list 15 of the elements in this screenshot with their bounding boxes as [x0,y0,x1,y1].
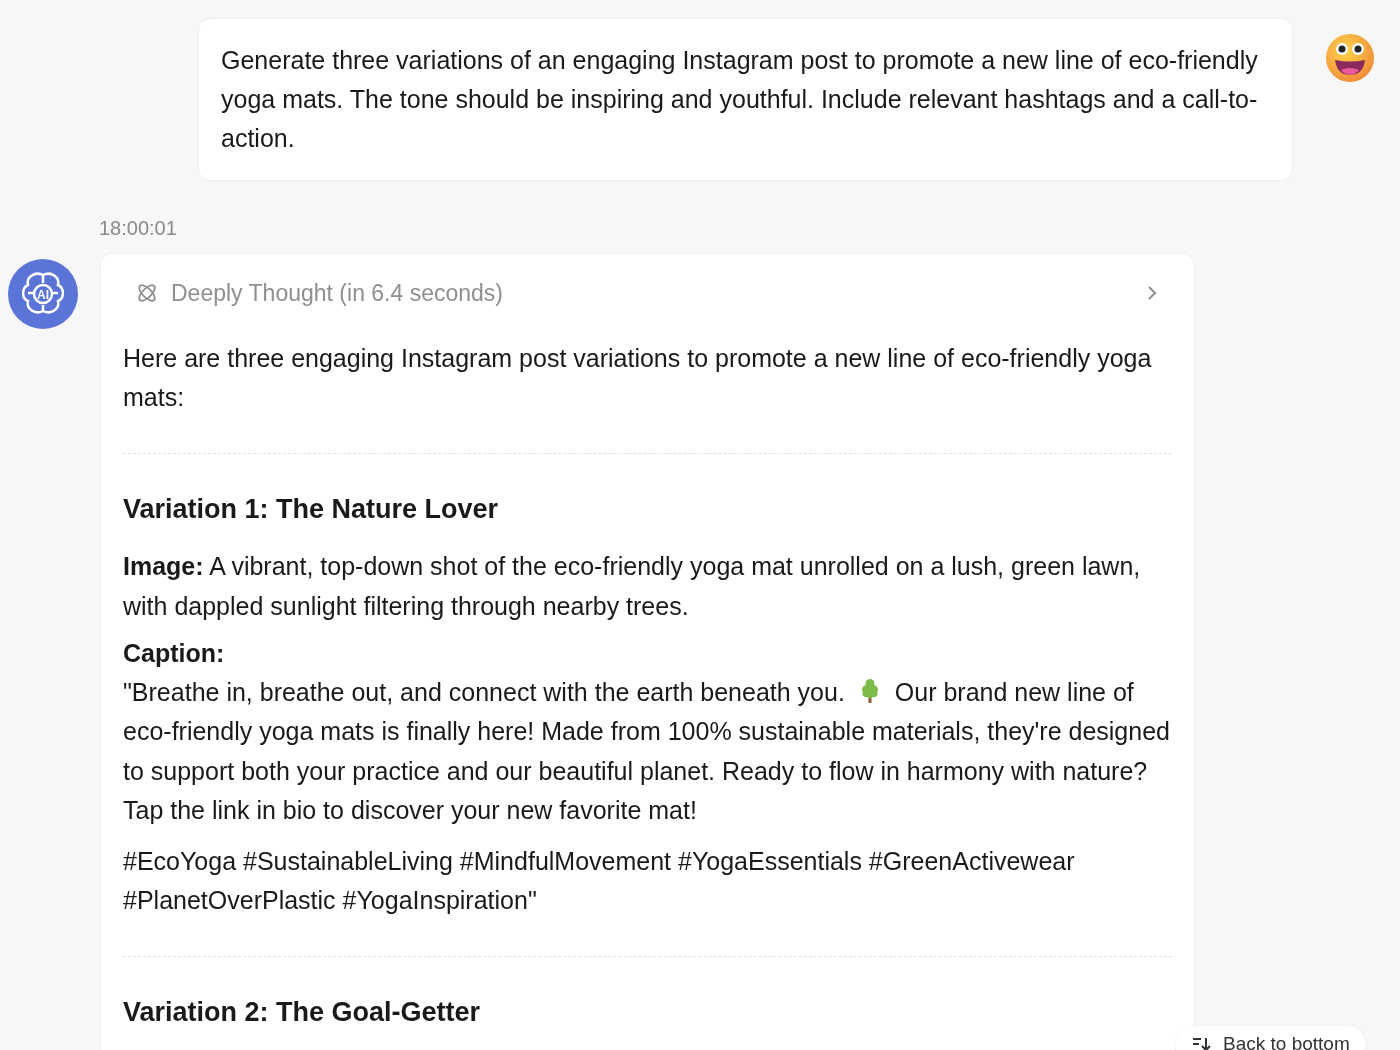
section-heading: Variation 1: The Nature Lover [123,492,500,526]
arrow-down-icon [1191,1036,1213,1050]
chevron-icon [1146,285,1158,302]
section-heading: Variation 2: The Goal-Getter [123,995,482,1029]
smiley-avatar-icon [1325,33,1375,83]
caption-label: Caption: [123,637,226,669]
image-description: Image: A vibrant, top-down shot of the eco-friendly yoga mat unrolled on a lush, green lawn, with dappled sunlight filtering through nearby trees. [123,550,1142,622]
hashtags: #EcoYoga #SustainableLiving #MindfulMovement #YogaEssentials #GreenActivewear #PlanetOverPlastic #YogaInspiration" [123,845,1076,916]
tree-icon [859,677,880,704]
caption-text: "Breathe in, breathe out, and connect with the earth beneath you. Our brand new line of eco-friendly yoga mats is finally here! Made from 100% sustainable materials, they're designed to support both your practice and our beautiful planet. Ready to flow in harmony with nature? Tap the link in bio to discover your new favorite mat! [123,676,1171,826]
ai-brain-avatar-icon: AI [8,259,78,329]
back-to-bottom-button[interactable]: Back to bottom [1175,1026,1366,1050]
message-text: Generate three variations of an engaging Instagram post to promote a new line of eco-friendly yoga mats. The tone should be inspiring and youthful. Include relevant hashtags and a call-to-action. [221,45,1259,154]
timestamp: 18:00:01 [99,216,178,241]
intro-paragraph: Here are three engaging Instagram post variations to promote a new line of eco-friendly yoga mats: [123,342,1153,413]
